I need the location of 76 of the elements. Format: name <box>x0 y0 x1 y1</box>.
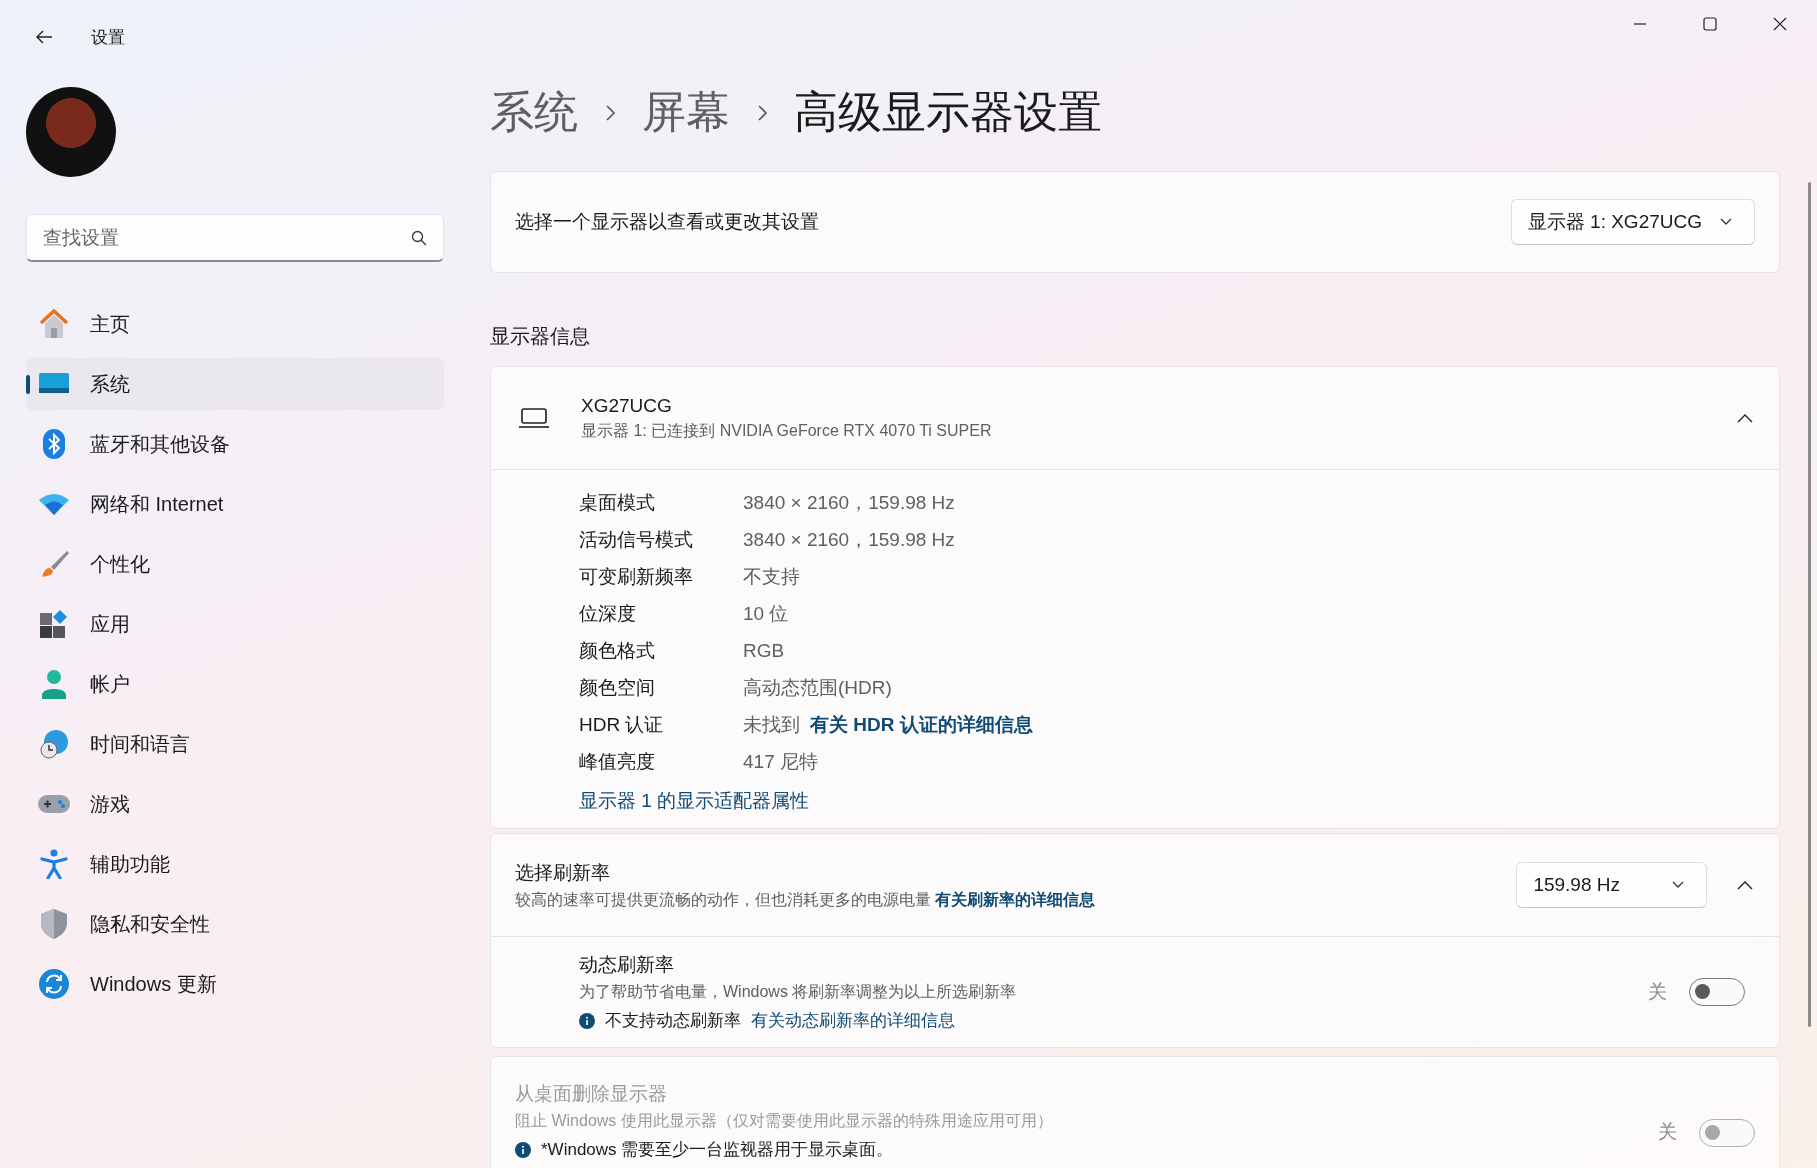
page-title: 高级显示器设置 <box>794 86 1102 138</box>
nav-item[interactable]: 隐私和安全性 <box>26 898 444 950</box>
info-label: HDR 认证 <box>579 712 665 737</box>
chevron-right-icon <box>756 103 768 122</box>
setting-title: 动态刷新率 <box>579 953 675 977</box>
breadcrumb-link[interactable]: 屏幕 <box>642 83 730 142</box>
wifi-icon <box>38 493 70 515</box>
refresh-rate-dropdown[interactable]: 159.98 Hz <box>1516 862 1707 908</box>
chevron-icon[interactable] <box>1737 880 1753 890</box>
info-value: 不支持 <box>743 564 800 589</box>
details-link[interactable]: 有关动态刷新率的详细信息 <box>751 1009 955 1032</box>
info-value: 未找到 <box>743 712 800 737</box>
note-text: *Windows 需要至少一台监视器用于显示桌面。 <box>541 1139 894 1161</box>
accessibility-icon <box>38 849 70 879</box>
info-label: 峰值亮度 <box>579 749 656 774</box>
info-icon <box>579 1012 595 1029</box>
nav-item[interactable]: 个性化 <box>26 538 444 590</box>
setting-title: 从桌面删除显示器 <box>515 1082 668 1106</box>
display-name: XG27UCG <box>581 394 673 417</box>
chevron-icon[interactable] <box>1737 413 1753 423</box>
info-label: 桌面模式 <box>579 490 656 515</box>
nav-item[interactable]: 辅助功能 <box>26 838 444 890</box>
toggle-label: 关 <box>1648 980 1667 1004</box>
note-text: 不支持动态刷新率 <box>605 1010 741 1032</box>
apps-icon <box>38 610 70 638</box>
nav-item[interactable]: Windows 更新 <box>26 958 444 1010</box>
info-label: 活动信号模式 <box>579 527 694 552</box>
info-label: 位深度 <box>579 601 637 626</box>
setting-description: 较高的速率可提供更流畅的动作，但也消耗更多的电源电量 <box>515 890 931 908</box>
info-label: 颜色格式 <box>579 638 656 663</box>
info-value: 高动态范围(HDR) <box>743 675 892 700</box>
info-label: 可变刷新频率 <box>579 564 694 589</box>
setting-label: 选择一个显示器以查看或更改其设置 <box>515 210 819 234</box>
info-value: RGB <box>743 639 785 662</box>
chevron-right-icon <box>604 103 616 122</box>
section-heading: 显示器信息 <box>490 324 591 349</box>
info-value: 10 位 <box>743 601 789 626</box>
search-icon <box>411 230 427 246</box>
chevron-down-icon <box>1672 881 1684 889</box>
maximize-icon[interactable] <box>1703 17 1717 31</box>
search-field[interactable]: 查找设置 <box>26 214 444 262</box>
toggle-switch[interactable] <box>1689 978 1745 1006</box>
nav-item[interactable]: 系统 <box>26 358 444 410</box>
laptop-icon <box>519 408 549 428</box>
house-icon <box>38 309 70 339</box>
info-icon <box>515 1141 531 1158</box>
nav-item[interactable]: 应用 <box>26 598 444 650</box>
adapter-properties-link[interactable]: 显示器 1 的显示适配器属性 <box>579 784 1779 818</box>
info-value: 3840 × 2160，159.98 Hz <box>743 490 955 515</box>
info-label: 颜色空间 <box>579 675 656 700</box>
toggle-label: 关 <box>1658 1120 1677 1144</box>
nav-item[interactable]: 主页 <box>26 298 444 350</box>
details-link[interactable]: 有关刷新率的详细信息 <box>935 890 1096 908</box>
setting-description: 阻止 Windows 使用此显示器（仅对需要使用此显示器的特殊用途应用可用） <box>515 1111 1054 1131</box>
nav-item[interactable]: 时间和语言 <box>26 718 444 770</box>
close-icon[interactable] <box>1773 17 1787 31</box>
monitor-icon <box>38 373 70 395</box>
nav-item[interactable]: 网络和 Internet <box>26 478 444 530</box>
gamepad-icon <box>38 793 70 815</box>
details-link[interactable]: 有关 HDR 认证的详细信息 <box>810 711 1033 738</box>
info-value: 3840 × 2160，159.98 Hz <box>743 527 955 552</box>
nav-item[interactable]: 蓝牙和其他设备 <box>26 418 444 470</box>
setting-description: 为了帮助节省电量，Windows 将刷新率调整为以上所选刷新率 <box>579 982 1018 1002</box>
chevron-down-icon <box>1720 218 1732 226</box>
breadcrumb-link[interactable]: 系统 <box>490 83 578 142</box>
window-title: 设置 <box>91 26 125 49</box>
back-arrow-icon[interactable] <box>35 29 53 45</box>
nav-item[interactable]: 游戏 <box>26 778 444 830</box>
shield-icon <box>38 909 70 939</box>
info-value: 417 尼特 <box>743 749 818 774</box>
refresh-icon <box>38 969 70 999</box>
display-dropdown[interactable]: 显示器 1: XG27UCG <box>1510 199 1755 245</box>
display-subtitle: 显示器 1: 已连接到 NVIDIA GeForce RTX 4070 Ti SUPER <box>581 420 993 441</box>
globe-clock-icon <box>38 729 70 759</box>
setting-title: 选择刷新率 <box>515 860 611 885</box>
nav-item[interactable]: 帐户 <box>26 658 444 710</box>
